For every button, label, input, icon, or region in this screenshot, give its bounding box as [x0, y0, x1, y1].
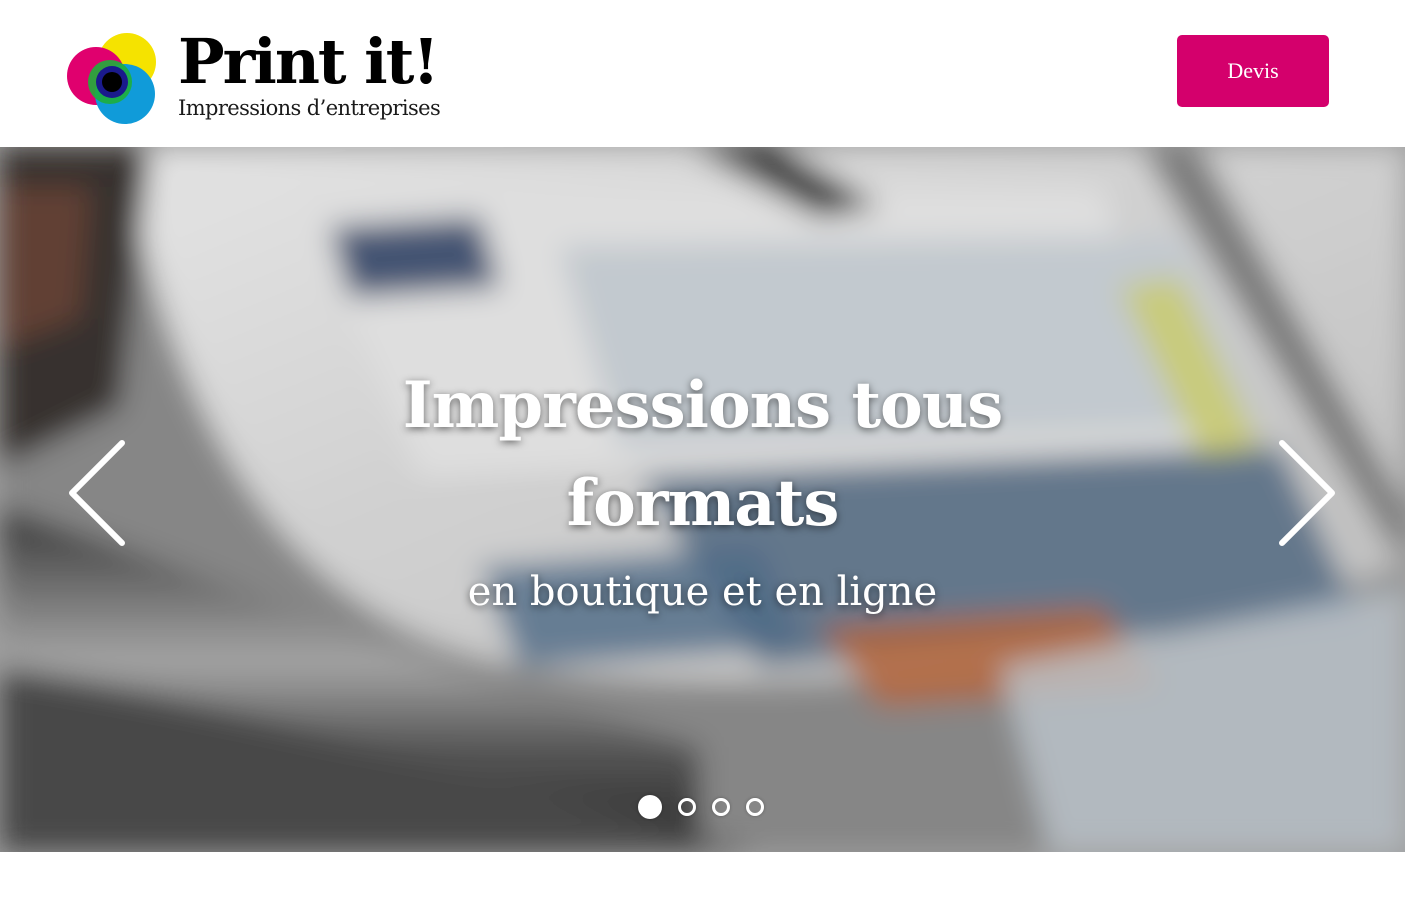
cmyk-circles-logo-icon [67, 33, 156, 124]
slide-caption: Impressions tous formats en boutique et … [0, 357, 1405, 617]
slide-title: Impressions tous formats [402, 368, 1004, 541]
chevron-left-icon [69, 440, 125, 546]
carousel-next-button[interactable] [1278, 439, 1338, 547]
site-header: Print it! Impressions d’entreprises Devi… [0, 0, 1405, 147]
carousel-indicators [0, 794, 1405, 820]
chevron-right-icon [1279, 440, 1335, 546]
logo-title: Print it! [178, 25, 440, 98]
carousel-prev-button[interactable] [66, 439, 126, 547]
logo-text: Print it! Impressions d’entreprises [178, 25, 441, 121]
carousel-dot-2[interactable] [677, 798, 696, 816]
slide-subtitle: en boutique et en ligne [467, 569, 938, 615]
hero-carousel: Impressions tous formats en boutique et … [0, 147, 1405, 852]
quote-button[interactable]: Devis [1177, 35, 1329, 107]
logo-tagline: Impressions d’entreprises [178, 96, 441, 120]
carousel-dot-1[interactable] [637, 795, 662, 819]
carousel-dot-3[interactable] [711, 798, 730, 816]
site-logo-link[interactable]: Print it! Impressions d’entreprises [66, 25, 441, 126]
carousel-dot-4[interactable] [745, 798, 764, 816]
